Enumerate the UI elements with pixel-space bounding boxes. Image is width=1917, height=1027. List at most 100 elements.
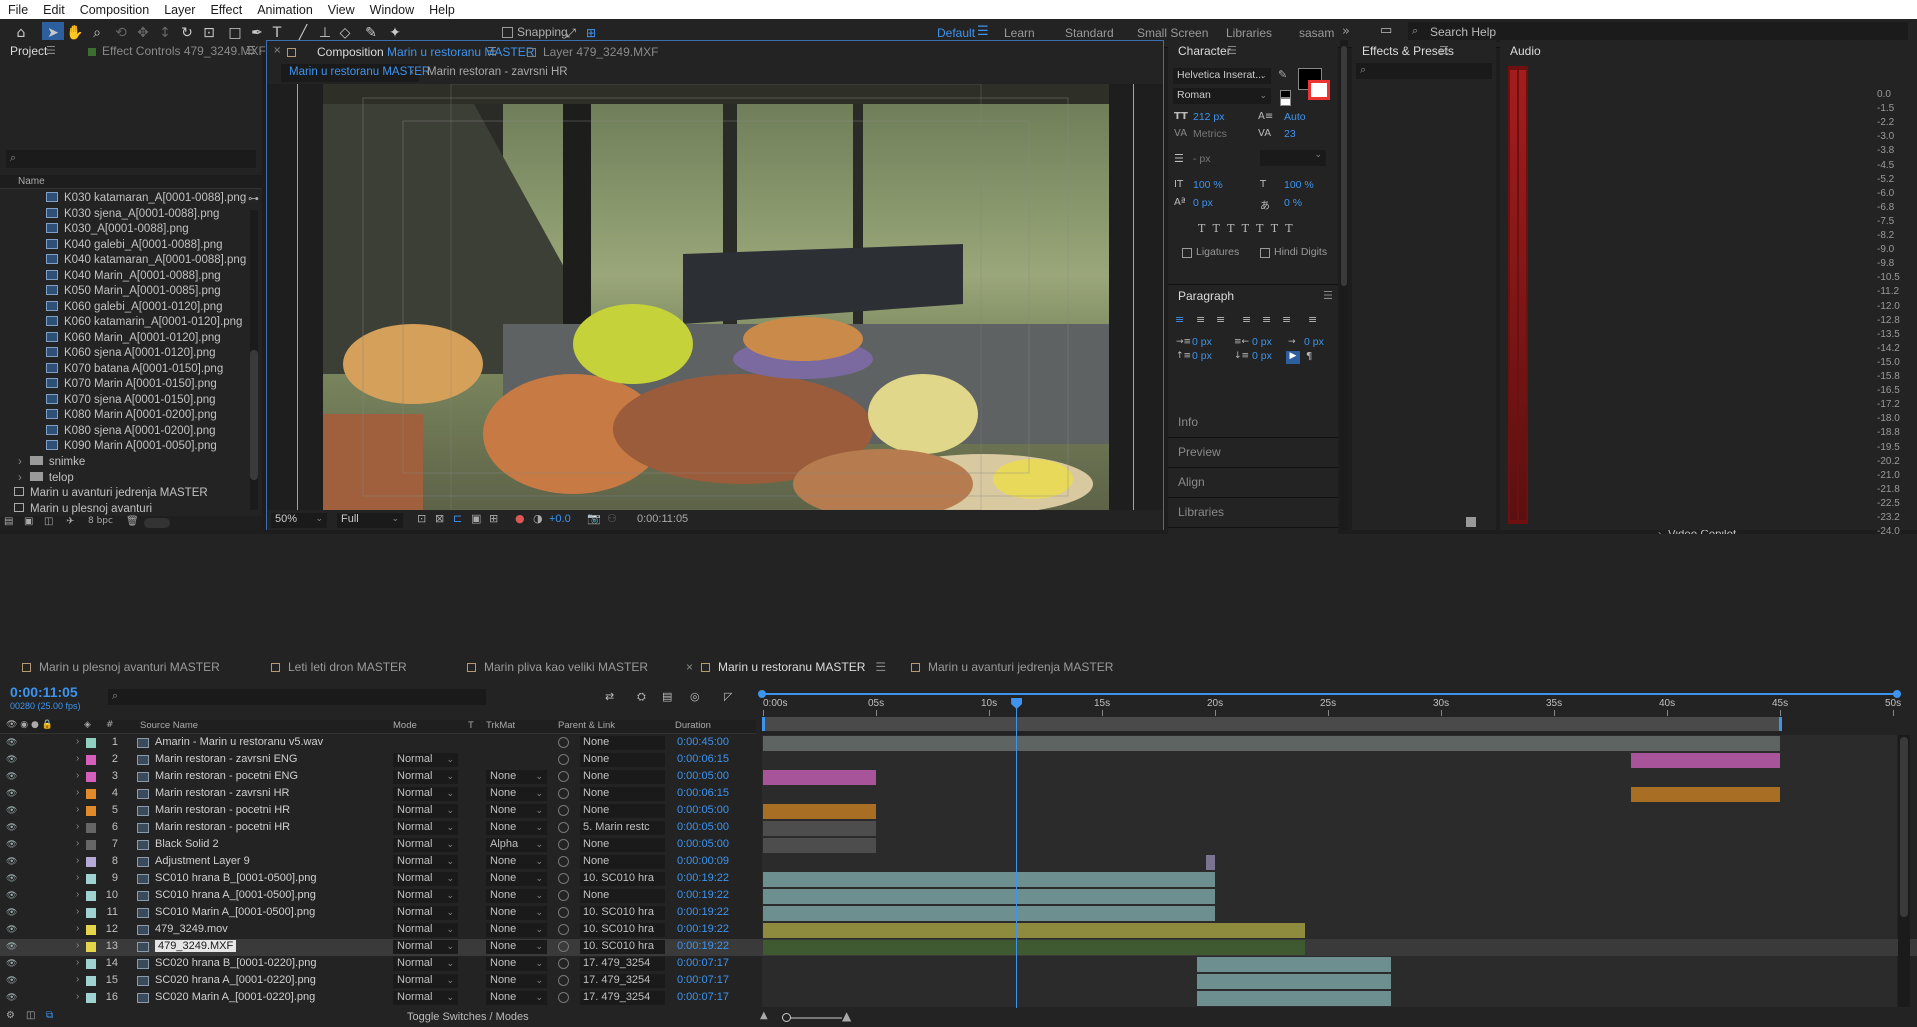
- layer-source-name[interactable]: SC010 Marin A_[0001-0500].png: [155, 906, 315, 918]
- exposure-value[interactable]: +0.0: [549, 513, 571, 525]
- font-size-value[interactable]: 212 px: [1193, 111, 1225, 123]
- layer-duration-bar[interactable]: [763, 736, 1780, 751]
- track-matte-select[interactable]: None ⌄: [486, 872, 547, 886]
- layer-source-name[interactable]: Marin restoran - pocetni ENG: [155, 770, 298, 782]
- layer-source-name[interactable]: SC010 hrana B_[0001-0500].png: [155, 872, 316, 884]
- layer-duration[interactable]: 0:00:00:09: [677, 855, 729, 867]
- show-snapshot-icon[interactable]: ⚇: [607, 512, 617, 525]
- chevron-right-icon[interactable]: ›: [76, 974, 79, 985]
- frame-blending-icon[interactable]: ▤: [662, 690, 672, 703]
- visibility-eye-icon[interactable]: 👁: [6, 958, 17, 969]
- parent-select[interactable]: 10. SC010 hra: [580, 940, 665, 954]
- layer-row[interactable]: 👁 › 1 Amarin - Marin u restoranu v5.wav …: [0, 735, 1917, 752]
- layer-source-name[interactable]: 479_3249.mov: [155, 923, 228, 935]
- track-matte-select[interactable]: None ⌄: [486, 923, 547, 937]
- grid-guides-icon[interactable]: ▣: [471, 512, 481, 525]
- blend-mode-select[interactable]: Normal ⌄: [393, 991, 458, 1005]
- layer-duration[interactable]: 0:00:07:17: [677, 974, 729, 986]
- visibility-eye-icon[interactable]: 👁: [6, 890, 17, 901]
- menu-layer[interactable]: Layer: [156, 3, 202, 17]
- blend-mode-select[interactable]: Normal ⌄: [393, 821, 458, 835]
- col-source-name[interactable]: Source Name: [140, 720, 198, 731]
- layer-duration[interactable]: 0:00:19:22: [677, 940, 729, 952]
- parent-select[interactable]: 17. 479_3254: [580, 957, 665, 971]
- align-center-icon[interactable]: ≡: [1196, 313, 1205, 326]
- panel-menu-icon[interactable]: ☰: [46, 44, 56, 57]
- timeline-tab[interactable]: Marin u avanturi jedrenja MASTER: [911, 657, 1113, 677]
- viewer-timecode[interactable]: 0:00:11:05: [637, 513, 688, 525]
- layer-label-color[interactable]: [86, 738, 96, 748]
- parent-select[interactable]: 10. SC010 hra: [580, 872, 665, 886]
- white-swatch[interactable]: [1280, 98, 1291, 106]
- eyedropper-icon[interactable]: ✎: [1278, 68, 1287, 81]
- parent-select[interactable]: None: [580, 804, 665, 818]
- layer-row[interactable]: 👁 › 13 479_3249.MXF Normal ⌄ None ⌄ 10. SC…: [0, 939, 1917, 956]
- chevron-right-icon[interactable]: ›: [76, 906, 79, 917]
- layer-row[interactable]: 👁 › 9 SC010 hrana B_[0001-0500].png Norm…: [0, 871, 1917, 888]
- chevron-right-icon[interactable]: ›: [76, 957, 79, 968]
- track-matte-select[interactable]: None ⌄: [486, 821, 547, 835]
- thumbnail-slider[interactable]: [144, 518, 170, 528]
- blend-mode-select[interactable]: Normal ⌄: [393, 906, 458, 920]
- layer-row[interactable]: 👁 › 7 Black Solid 2 Normal ⌄ Alpha ⌄ None …: [0, 837, 1917, 854]
- timeline-tab[interactable]: Marin u plesnoj avanturi MASTER: [22, 657, 220, 677]
- visibility-eye-icon[interactable]: 👁: [6, 975, 17, 986]
- pickwhip-icon[interactable]: [558, 873, 569, 884]
- layer-row[interactable]: 👁 › 10 SC010 hrana A_[0001-0500].png Nor…: [0, 888, 1917, 905]
- close-icon[interactable]: ×: [273, 45, 281, 56]
- pickwhip-icon[interactable]: [558, 975, 569, 986]
- search-help-field[interactable]: ⌕ Search Help: [1408, 22, 1908, 42]
- layer-duration[interactable]: 0:00:19:22: [677, 923, 729, 935]
- layer-duration-bar[interactable]: [763, 838, 876, 853]
- visibility-eye-icon[interactable]: 👁: [6, 856, 17, 867]
- leading-value[interactable]: Auto: [1284, 111, 1306, 123]
- visibility-eye-icon[interactable]: 👁: [6, 788, 17, 799]
- menu-animation[interactable]: Animation: [249, 3, 320, 17]
- stroke-width-value[interactable]: - px: [1193, 153, 1211, 165]
- parent-select[interactable]: None: [580, 855, 665, 869]
- col-parent[interactable]: Parent & Link: [558, 720, 615, 731]
- visibility-eye-icon[interactable]: 👁: [6, 822, 17, 833]
- tracking-value[interactable]: 23: [1284, 128, 1296, 140]
- shy-layers-icon[interactable]: ⛭: [637, 690, 646, 704]
- pickwhip-icon[interactable]: [558, 737, 569, 748]
- pickwhip-icon[interactable]: [558, 805, 569, 816]
- chevron-right-icon[interactable]: ›: [76, 991, 79, 1002]
- new-folder-icon[interactable]: ▣: [24, 516, 33, 527]
- interpret-footage-icon[interactable]: ▤: [4, 516, 13, 527]
- timeline-search-input[interactable]: ⌕: [108, 689, 486, 705]
- work-area-range[interactable]: [762, 717, 1782, 731]
- layer-label-color[interactable]: [86, 874, 96, 884]
- visibility-eye-icon[interactable]: 👁: [6, 873, 17, 884]
- justify-left-icon[interactable]: ≡: [1242, 313, 1251, 326]
- layer-duration-bar[interactable]: [1630, 753, 1780, 768]
- justify-all-icon[interactable]: ≡: [1308, 313, 1317, 326]
- panel-preview[interactable]: Preview: [1168, 440, 1338, 468]
- layer-duration-bar[interactable]: [763, 872, 1215, 887]
- layer-source-name[interactable]: SC020 Marin A_[0001-0220].png: [155, 991, 315, 1003]
- layer-duration[interactable]: 0:00:05:00: [677, 770, 729, 782]
- layer-duration-bar[interactable]: [763, 804, 876, 819]
- col-trkmat[interactable]: TrkMat: [486, 720, 515, 731]
- workspace-small-screen[interactable]: Small Screen: [1137, 26, 1208, 40]
- tab-project[interactable]: Project: [10, 40, 47, 63]
- pickwhip-icon[interactable]: [558, 822, 569, 833]
- panel-menu-icon[interactable]: ☰: [875, 660, 886, 674]
- layer-source-name[interactable]: Marin restoran - zavrsni ENG: [155, 753, 297, 765]
- chevron-right-icon[interactable]: ›: [76, 804, 79, 815]
- chevron-right-icon[interactable]: ›: [76, 838, 79, 849]
- layer-duration[interactable]: 0:00:45:00: [677, 736, 729, 748]
- chevron-right-icon[interactable]: ›: [76, 889, 79, 900]
- track-matte-select[interactable]: None ⌄: [486, 787, 547, 801]
- layer-duration-bar[interactable]: [763, 923, 1306, 938]
- bpc-label[interactable]: 8 bpc: [88, 516, 113, 526]
- stroke-color-swatch[interactable]: [1308, 80, 1330, 100]
- track-matte-select[interactable]: None ⌄: [486, 855, 547, 869]
- label-header-icon[interactable]: ◈: [84, 720, 91, 730]
- layer-source-name[interactable]: Marin restoran - pocetni HR: [155, 804, 290, 816]
- viewer-canvas[interactable]: [267, 84, 1163, 510]
- col-name-header[interactable]: Name: [18, 176, 45, 187]
- new-preset-icon[interactable]: [1466, 517, 1476, 527]
- parent-select[interactable]: None: [580, 838, 665, 852]
- layer-label-color[interactable]: [86, 840, 96, 850]
